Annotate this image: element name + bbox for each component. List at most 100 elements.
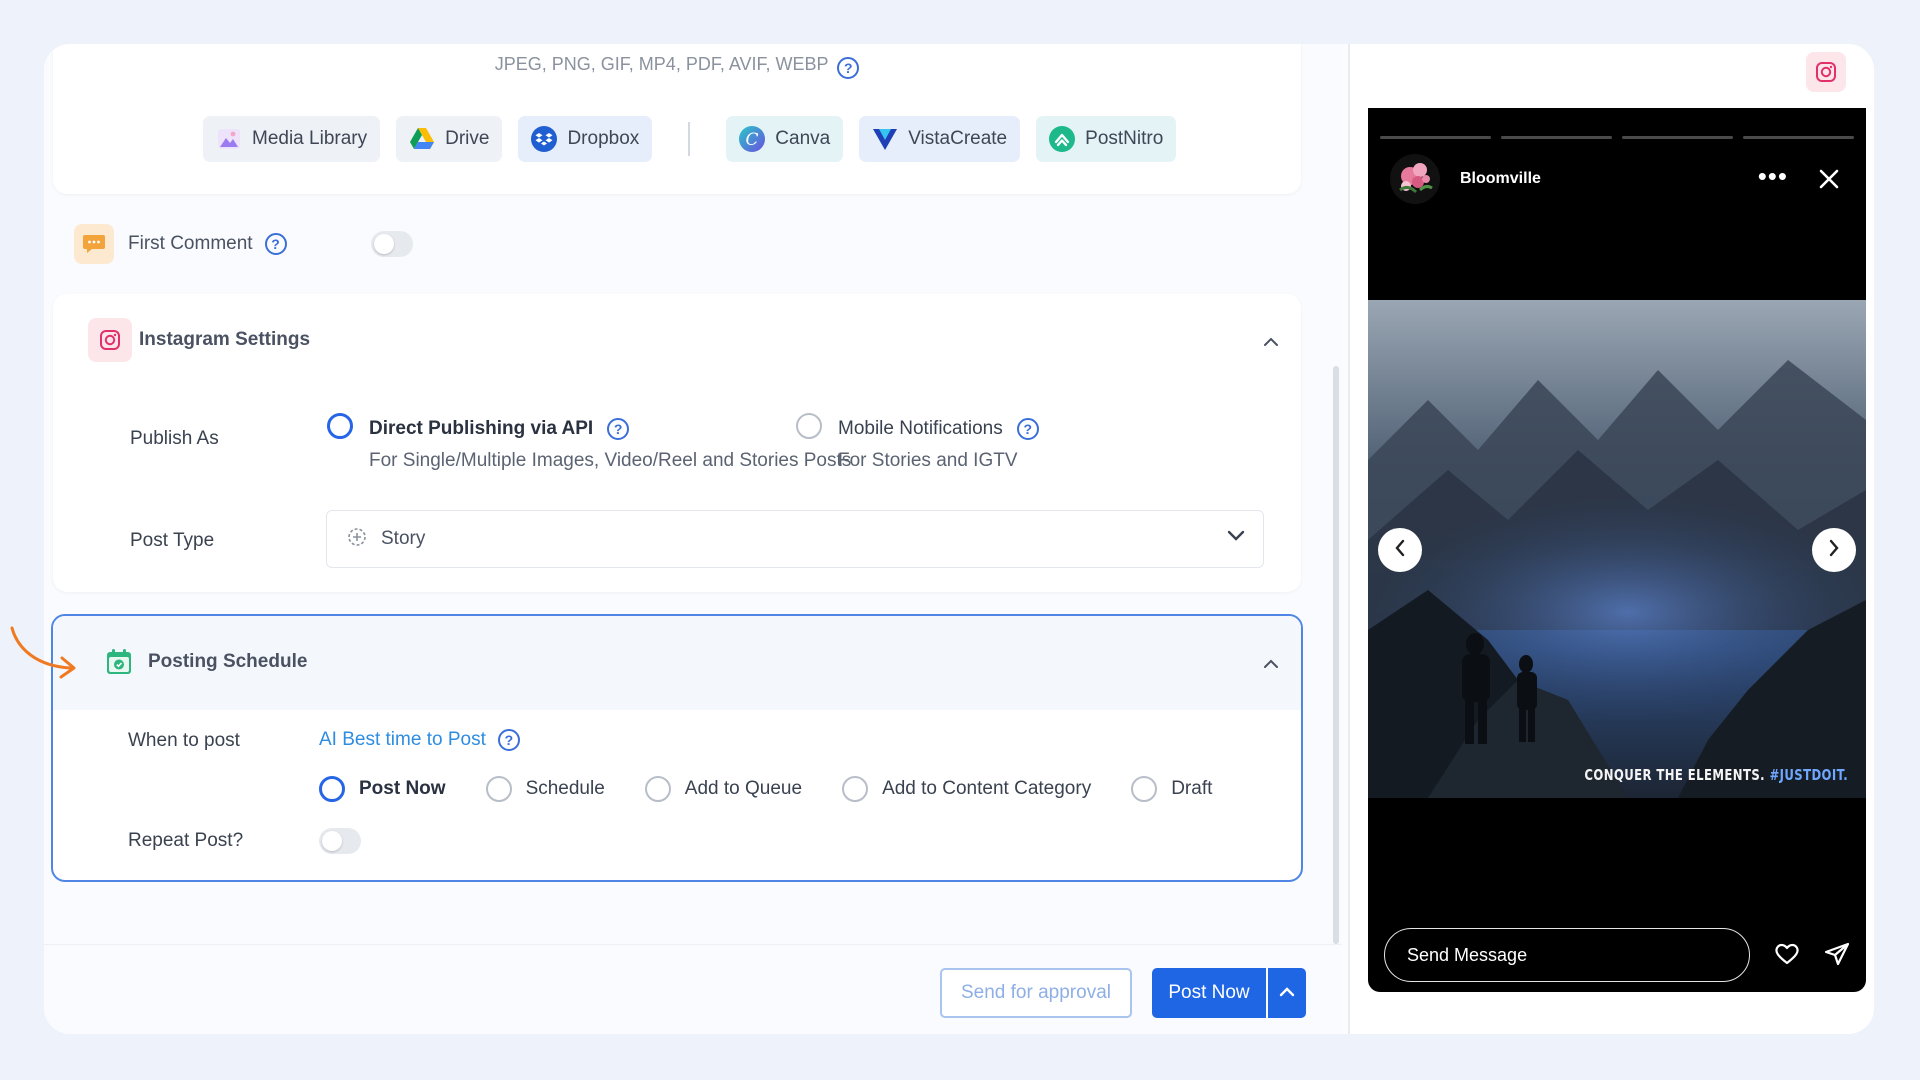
instagram-settings-header[interactable]: Instagram Settings	[88, 318, 310, 362]
next-button[interactable]	[1812, 528, 1856, 572]
canva-button[interactable]: C Canva	[726, 116, 844, 162]
schedule-label: Schedule	[525, 778, 605, 799]
post-now-option[interactable]: Post Now	[319, 776, 446, 802]
chevron-right-icon	[1828, 539, 1840, 562]
add-to-content-category-radio[interactable]	[842, 776, 869, 802]
mobile-notifications-title: Mobile Notifications	[838, 418, 1003, 439]
image-icon	[216, 126, 242, 152]
heart-icon[interactable]	[1774, 942, 1800, 971]
add-to-content-category-option[interactable]: Add to Content Category	[842, 776, 1091, 802]
calendar-check-icon	[97, 640, 141, 684]
google-drive-icon	[409, 126, 435, 152]
sources-divider	[688, 122, 691, 156]
avatar	[1390, 154, 1440, 204]
vistacreate-label: VistaCreate	[908, 128, 1008, 149]
story-progress	[1380, 136, 1854, 139]
close-icon[interactable]	[1816, 166, 1842, 192]
add-to-content-category-label: Add to Content Category	[882, 778, 1092, 799]
first-comment-help-icon[interactable]: ?	[264, 233, 287, 255]
post-now-button[interactable]: Post Now	[1152, 968, 1266, 1018]
formats-help-icon[interactable]: ?	[837, 57, 860, 79]
add-to-queue-label: Add to Queue	[684, 778, 803, 799]
chevron-left-icon	[1394, 539, 1406, 562]
comment-icon	[74, 224, 114, 264]
draft-label: Draft	[1171, 778, 1213, 799]
first-comment-toggle[interactable]	[371, 231, 413, 257]
instagram-settings-card: Instagram Settings Publish As Direct Pub…	[53, 294, 1301, 592]
scrollbar[interactable]	[1333, 366, 1339, 944]
posting-schedule-title: Posting Schedule	[148, 651, 308, 672]
draft-radio[interactable]	[1131, 776, 1158, 802]
schedule-radio[interactable]	[485, 776, 512, 802]
story-preview: Bloomville ••• CONQUER THE ELEMENTS. #JU…	[1368, 108, 1866, 992]
drive-button[interactable]: Drive	[396, 116, 503, 162]
caption-hashtag: #JUSTDOIT.	[1769, 766, 1848, 784]
dropbox-label: Dropbox	[567, 128, 640, 149]
svg-text:C: C	[746, 130, 759, 150]
instagram-settings-title: Instagram Settings	[139, 329, 311, 350]
mobile-notifications-help-icon[interactable]: ?	[1016, 418, 1039, 440]
dropbox-button[interactable]: Dropbox	[518, 116, 653, 162]
canva-label: Canva	[775, 128, 831, 149]
add-to-queue-radio[interactable]	[644, 776, 671, 802]
ai-best-time-row: AI Best time to Post ?	[319, 729, 520, 751]
vistacreate-icon	[872, 126, 898, 152]
ai-best-time-link[interactable]: AI Best time to Post	[319, 729, 486, 751]
postnitro-icon	[1049, 126, 1076, 152]
collapse-instagram-icon[interactable]	[1259, 330, 1283, 354]
story-username: Bloomville	[1460, 170, 1541, 187]
progress-segment	[1622, 136, 1733, 139]
schedule-option[interactable]: Schedule	[485, 776, 605, 802]
chevron-down-icon	[1227, 528, 1245, 546]
direct-publishing-help-icon[interactable]: ?	[607, 418, 630, 440]
composer-panel: JPEG, PNG, GIF, MP4, PDF, AVIF, WEBP ? M…	[44, 44, 1342, 1034]
vistacreate-button[interactable]: VistaCreate	[859, 116, 1021, 162]
collapse-schedule-icon[interactable]	[1259, 652, 1283, 676]
media-library-button[interactable]: Media Library	[203, 116, 381, 162]
annotation-arrow-icon	[10, 626, 76, 679]
direct-publishing-title: Direct Publishing via API	[369, 418, 594, 439]
direct-publishing-subtitle: For Single/Multiple Images, Video/Reel a…	[369, 450, 852, 471]
mobile-notifications-radio[interactable]	[796, 413, 822, 439]
story-image: CONQUER THE ELEMENTS. #JUSTDOIT.	[1368, 300, 1866, 798]
add-to-queue-option[interactable]: Add to Queue	[644, 776, 803, 802]
when-to-post-label: When to post	[128, 730, 240, 751]
send-message-input[interactable]: Send Message	[1384, 928, 1750, 982]
story-caption: CONQUER THE ELEMENTS. #JUSTDOIT.	[1584, 766, 1848, 784]
repeat-post-label: Repeat Post?	[128, 830, 244, 851]
posting-schedule-title-row: Posting Schedule	[97, 640, 307, 684]
post-type-label: Post Type	[130, 530, 215, 551]
progress-segment	[1743, 136, 1854, 139]
previous-button[interactable]	[1378, 528, 1422, 572]
drive-label: Drive	[445, 128, 490, 149]
media-library-label: Media Library	[252, 128, 368, 149]
ai-best-time-help-icon[interactable]: ?	[497, 729, 520, 751]
draft-option[interactable]: Draft	[1131, 776, 1212, 802]
postnitro-label: PostNitro	[1085, 128, 1164, 149]
story-icon	[347, 527, 367, 552]
dropbox-icon	[531, 126, 558, 152]
option-direct-publishing[interactable]	[327, 413, 353, 444]
mobile-notifications-title-row: Mobile Notifications ?	[838, 418, 1039, 440]
send-icon[interactable]	[1824, 942, 1850, 971]
first-comment-label: First Comment	[128, 233, 253, 254]
post-type-select[interactable]: Story	[326, 510, 1264, 568]
more-options-icon[interactable]: •••	[1758, 163, 1788, 189]
post-now-radio[interactable]	[319, 776, 345, 802]
posting-schedule-card: Posting Schedule When to post AI Best ti…	[51, 614, 1303, 882]
preview-instagram-icon[interactable]	[1806, 52, 1846, 92]
send-for-approval-button[interactable]: Send for approval	[940, 968, 1132, 1018]
preview-header	[1368, 54, 1866, 108]
direct-publishing-radio[interactable]	[327, 413, 353, 439]
progress-segment	[1380, 136, 1491, 139]
post-now-label: Post Now	[359, 778, 446, 799]
mobile-notifications-subtitle: For Stories and IGTV	[838, 450, 1018, 471]
postnitro-button[interactable]: PostNitro	[1036, 116, 1177, 162]
repeat-post-toggle[interactable]	[319, 828, 361, 854]
post-options-button[interactable]	[1268, 968, 1306, 1018]
media-upload-card: JPEG, PNG, GIF, MP4, PDF, AVIF, WEBP ? M…	[53, 44, 1301, 194]
post-type-value: Story	[381, 528, 426, 549]
option-mobile-notifications[interactable]	[796, 413, 822, 444]
instagram-icon	[88, 318, 132, 362]
story-header: Bloomville •••	[1390, 154, 1846, 204]
